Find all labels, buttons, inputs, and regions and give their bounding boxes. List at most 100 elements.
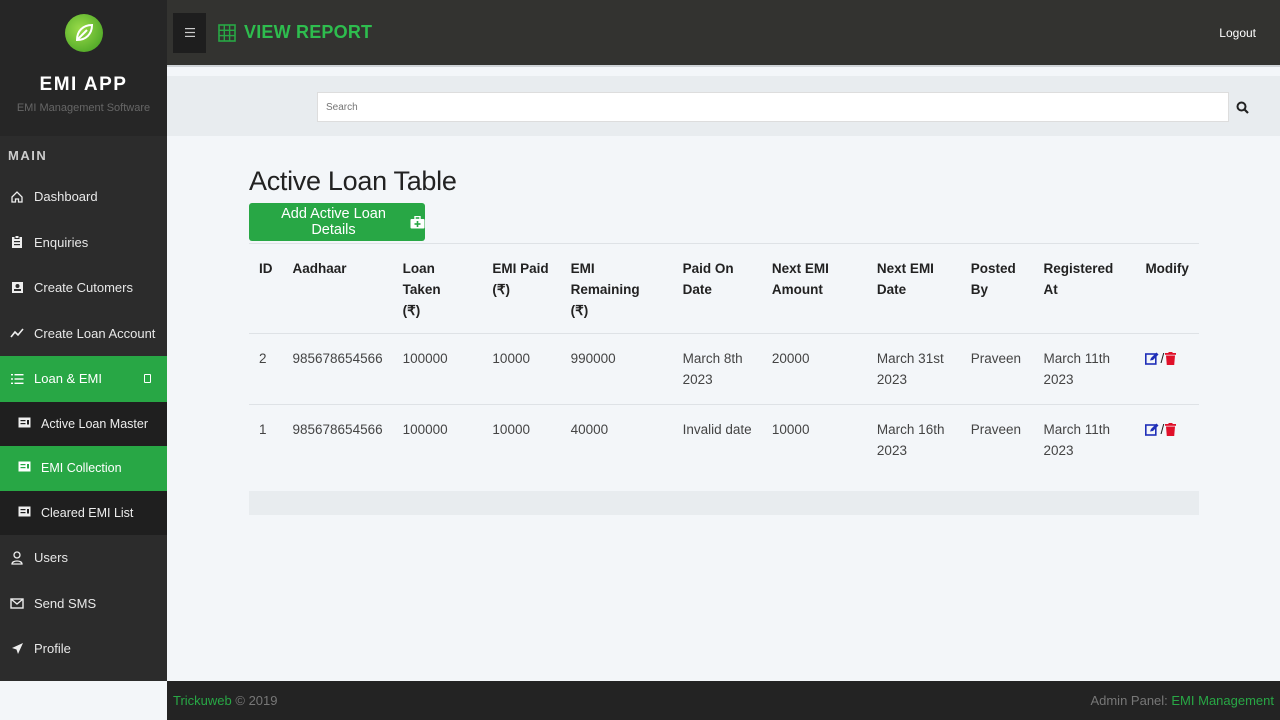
- column-header-loan-taken[interactable]: Loan Taken (₹): [392, 243, 483, 334]
- sidebar-item-label: Users: [34, 550, 68, 566]
- sidebar-item-label: Dashboard: [34, 189, 98, 205]
- sidebar-item-dashboard[interactable]: Dashboard: [0, 174, 167, 220]
- brand: EMI APP EMI Management Software: [0, 0, 167, 136]
- active-loan-table: ID Aadhaar Loan Taken (₹) EMI Paid (₹) EMI…: [249, 243, 1199, 475]
- sidebar-item-label: Create Loan Account: [34, 325, 156, 341]
- cell-next-emi-amount: 20000: [761, 333, 867, 405]
- cell-registered-at: March 11th 2023: [1033, 404, 1136, 475]
- brand-subtitle: EMI Management Software: [16, 102, 151, 114]
- receipt-icon: [18, 417, 32, 431]
- column-header-aadhaar[interactable]: Aadhaar: [282, 243, 393, 334]
- cell-emi-remaining: 990000: [560, 333, 673, 405]
- sidebar-item-profile[interactable]: Profile: [0, 626, 167, 672]
- column-header-next-emi-amount[interactable]: Next EMI Amount: [761, 243, 867, 334]
- topbar: VIEW REPORT Logout: [167, 0, 1280, 67]
- sidebar-subitem-cleared-emi-list[interactable]: Cleared EMI List: [0, 490, 167, 535]
- menu-toggle-button[interactable]: [173, 12, 206, 53]
- cell-posted-by: Praveen: [960, 333, 1034, 405]
- action-separator: /: [1160, 351, 1165, 366]
- table-icon: [218, 23, 236, 42]
- sidebar-subitem-label: Cleared EMI List: [41, 505, 134, 520]
- sidebar-item-users[interactable]: Users: [0, 535, 167, 581]
- cell-modify: /: [1135, 333, 1199, 405]
- sidebar-subitem-label: EMI Collection: [41, 461, 122, 476]
- sidebar-item-label: Enquiries: [34, 234, 89, 250]
- action-separator: /: [1160, 422, 1165, 437]
- cell-modify: /: [1135, 404, 1199, 475]
- sidebar-item-loan-emi[interactable]: Loan & EMI: [0, 356, 167, 402]
- cell-next-emi-amount: 10000: [761, 404, 867, 475]
- trash-icon[interactable]: [1165, 352, 1177, 365]
- column-header-posted-by[interactable]: Posted By: [960, 243, 1034, 334]
- brand-title: EMI APP: [39, 74, 128, 95]
- logout-link[interactable]: Logout: [1219, 26, 1256, 40]
- column-header-emi-paid[interactable]: EMI Paid (₹): [482, 243, 561, 334]
- trash-icon[interactable]: [1165, 423, 1177, 436]
- sidebar-item-send-sms[interactable]: Send SMS: [0, 581, 167, 627]
- cell-loan-taken: 100000: [392, 404, 483, 475]
- search-input[interactable]: [317, 92, 1229, 122]
- footer-copyright: Trickuweb © 2019: [173, 693, 278, 708]
- column-header-registered-at[interactable]: Registered At: [1033, 243, 1136, 334]
- column-header-paid-on-date[interactable]: Paid On Date: [672, 243, 762, 334]
- cell-next-emi-date: March 16th 2023: [866, 404, 961, 475]
- footer-brand-link[interactable]: Trickuweb: [173, 693, 232, 708]
- cell-next-emi-date: March 31st 2023: [866, 333, 961, 405]
- footer: Trickuweb © 2019 Admin Panel: EMI Manage…: [167, 681, 1280, 720]
- edit-icon[interactable]: [1145, 352, 1159, 365]
- cell-paid-on-date: Invalid date: [672, 404, 762, 475]
- add-active-loan-button[interactable]: Add Active Loan Details: [249, 203, 425, 241]
- cell-emi-paid: 10000: [482, 404, 561, 475]
- cell-paid-on-date: March 8th 2023: [672, 333, 762, 405]
- receipt-icon: [18, 461, 32, 475]
- search-button[interactable]: [1229, 92, 1255, 122]
- table-row: 1 985678654566 100000 10000 40000 Invali…: [249, 404, 1199, 475]
- sidebar-item-create-customers[interactable]: Create Cutomers: [0, 265, 167, 311]
- home-icon: [9, 190, 25, 204]
- sidebar-item-label: Loan & EMI: [34, 371, 102, 387]
- search-icon: [1236, 101, 1249, 114]
- sidebar-subitem-label: Active Loan Master: [41, 416, 148, 431]
- cell-aadhaar: 985678654566: [282, 333, 393, 405]
- column-header-emi-remaining[interactable]: EMI Remaining (₹): [560, 243, 673, 334]
- table-header-row: ID Aadhaar Loan Taken (₹) EMI Paid (₹) EMI…: [249, 243, 1199, 334]
- cell-emi-remaining: 40000: [560, 404, 673, 475]
- expand-indicator-icon: [144, 374, 151, 384]
- column-header-next-emi-date[interactable]: Next EMI Date: [866, 243, 961, 334]
- edit-icon[interactable]: [1145, 423, 1159, 436]
- sidebar-subitem-emi-collection[interactable]: EMI Collection: [0, 446, 167, 491]
- table-footer: [249, 491, 1199, 515]
- add-button-label: Add Active Loan Details: [281, 206, 386, 238]
- cell-registered-at: March 11th 2023: [1033, 333, 1136, 405]
- id-card-icon: [9, 281, 25, 294]
- page-header-title: VIEW REPORT: [244, 22, 373, 42]
- sidebar-item-create-loan-account[interactable]: Create Loan Account: [0, 311, 167, 357]
- sidebar-item-label: Profile: [34, 641, 71, 657]
- hamburger-icon: [184, 28, 195, 37]
- cell-loan-taken: 100000: [392, 333, 483, 405]
- cell-emi-paid: 10000: [482, 333, 561, 405]
- chart-line-icon: [9, 327, 25, 339]
- section-label-main: MAIN: [8, 148, 48, 163]
- main-content: Active Loan Table Add Active Loan Detail…: [249, 160, 1199, 515]
- cell-id: 2: [249, 333, 283, 405]
- column-header-id[interactable]: ID: [249, 243, 283, 334]
- column-header-modify: Modify: [1135, 243, 1199, 334]
- table-row: 2 985678654566 100000 10000 990000 March…: [249, 333, 1199, 405]
- paper-plane-icon: [9, 642, 25, 655]
- briefcase-medical-icon: [410, 215, 425, 229]
- list-icon: [9, 373, 25, 385]
- leaf-logo-icon: [64, 14, 103, 52]
- sidebar-subitem-active-loan-master[interactable]: Active Loan Master: [0, 401, 167, 446]
- search-bar: [167, 76, 1280, 136]
- sidebar-item-enquiries[interactable]: Enquiries: [0, 220, 167, 266]
- footer-admin-panel: Admin Panel: EMI Management: [1090, 693, 1274, 708]
- footer-emi-management-link[interactable]: EMI Management: [1171, 693, 1274, 708]
- cell-id: 1: [249, 404, 283, 475]
- sidebar-item-label: Create Cutomers: [34, 280, 133, 296]
- user-icon: [9, 551, 25, 565]
- sidebar: EMI APP EMI Management Software MAIN Das…: [0, 0, 167, 681]
- envelope-icon: [9, 598, 25, 609]
- receipt-icon: [18, 506, 32, 520]
- cell-aadhaar: 985678654566: [282, 404, 393, 475]
